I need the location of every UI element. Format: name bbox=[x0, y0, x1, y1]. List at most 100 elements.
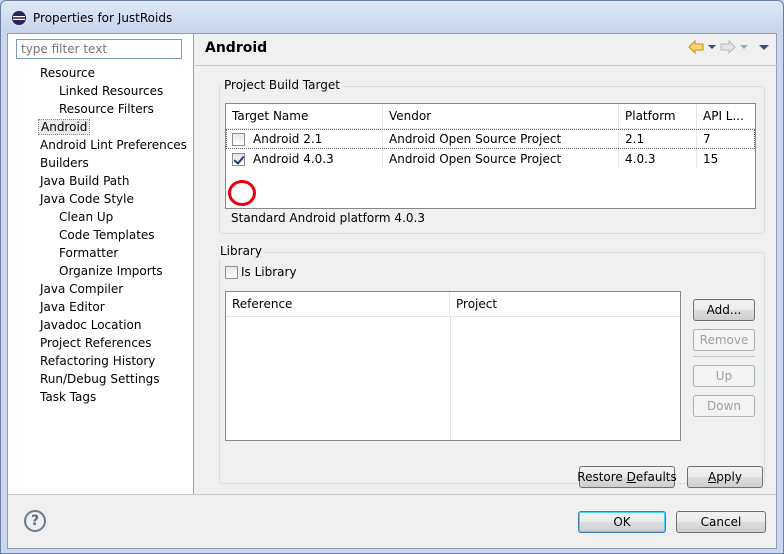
tree-item-label: Builders bbox=[40, 156, 89, 170]
tree-item-task-tags[interactable]: Task Tags bbox=[8, 388, 193, 406]
build-target-table-header: Target Name Vendor Platform API L... bbox=[226, 104, 755, 129]
target-check-box[interactable] bbox=[232, 152, 245, 166]
library-reference-table[interactable]: Reference Project bbox=[225, 291, 681, 441]
target-cell-name: Android 2.1 bbox=[226, 129, 383, 149]
filter-input[interactable] bbox=[16, 39, 182, 59]
remove-library-button[interactable]: Remove bbox=[693, 329, 755, 351]
header-separator bbox=[195, 65, 778, 66]
build-target-group-label: Project Build Target bbox=[222, 78, 342, 92]
target-cell-text: Android Open Source Project bbox=[389, 132, 562, 146]
target-cell-platform: 4.0.3 bbox=[619, 149, 697, 169]
is-library-checkbox[interactable]: Is Library bbox=[225, 265, 297, 279]
up-button[interactable]: Up bbox=[693, 365, 755, 387]
properties-window: Properties for JustRoids Resource Linked … bbox=[0, 0, 784, 554]
tree-item-linked-resources[interactable]: Linked Resources bbox=[8, 82, 193, 100]
preference-page: Android Project Build Target Target Name… bbox=[195, 34, 778, 494]
dialog-client-area: Resource Linked Resources Resource Filters… bbox=[7, 33, 778, 549]
eclipse-icon bbox=[12, 11, 26, 25]
back-dropdown-icon[interactable] bbox=[708, 43, 716, 51]
tree-item-label: Resource Filters bbox=[59, 102, 154, 116]
target-cell-text: 4.0.3 bbox=[625, 152, 656, 166]
tree-item-label: Java Compiler bbox=[40, 282, 124, 296]
tree-item-clean-up[interactable]: Clean Up bbox=[8, 208, 193, 226]
title-bar: Properties for JustRoids bbox=[1, 1, 783, 35]
tree-item-label: Android bbox=[38, 119, 91, 135]
cancel-button[interactable]: Cancel bbox=[676, 511, 766, 533]
target-description: Standard Android platform 4.0.3 bbox=[231, 211, 425, 225]
target-cell-text: Android 4.0.3 bbox=[253, 152, 334, 166]
tree-item-java-build-path[interactable]: Java Build Path bbox=[8, 172, 193, 190]
library-table-header: Reference Project bbox=[226, 292, 680, 317]
view-menu-icon[interactable] bbox=[758, 43, 770, 51]
is-library-check-box[interactable] bbox=[225, 265, 238, 279]
button-group-separator bbox=[693, 356, 755, 357]
tree-item-label: Java Code Style bbox=[40, 192, 134, 206]
footer-separator bbox=[8, 494, 776, 495]
tree-item-label: Android Lint Preferences bbox=[40, 138, 187, 152]
tree-item-project-references[interactable]: Project References bbox=[8, 334, 193, 352]
tree-item-label: Resource bbox=[40, 66, 96, 80]
build-target-table[interactable]: Target Name Vendor Platform API L... And… bbox=[225, 103, 756, 209]
column-vendor[interactable]: Vendor bbox=[383, 104, 619, 128]
window-title: Properties for JustRoids bbox=[33, 11, 173, 25]
add-library-button[interactable]: Add... bbox=[693, 299, 755, 321]
column-project[interactable]: Project bbox=[450, 292, 680, 316]
tree-item-label: Java Build Path bbox=[40, 174, 130, 188]
restore-defaults-button[interactable]: Restore Defaults bbox=[577, 466, 677, 488]
tree-item-label: Run/Debug Settings bbox=[40, 372, 160, 386]
tree-item-java-code-style[interactable]: Java Code Style bbox=[8, 190, 193, 208]
target-cell-vendor: Android Open Source Project bbox=[383, 149, 619, 169]
target-cell-text: Android 2.1 bbox=[253, 132, 323, 146]
target-row[interactable]: Android 4.0.3 Android Open Source Project… bbox=[226, 149, 755, 169]
target-check-box[interactable] bbox=[232, 132, 245, 146]
preference-tree-panel: Resource Linked Resources Resource Filters… bbox=[8, 34, 194, 494]
restore-defaults-mnemonic: D bbox=[626, 470, 636, 484]
target-cell-text: 2.1 bbox=[625, 132, 645, 146]
target-cell-api: 7 bbox=[697, 129, 755, 149]
restore-defaults-label-pre: Restore bbox=[577, 470, 627, 484]
tree-item-java-editor[interactable]: Java Editor bbox=[8, 298, 193, 316]
target-cell-text: 7 bbox=[703, 132, 711, 146]
tree-item-javadoc-location[interactable]: Javadoc Location bbox=[8, 316, 193, 334]
tree-item-code-templates[interactable]: Code Templates bbox=[8, 226, 193, 244]
tree-item-organize-imports[interactable]: Organize Imports bbox=[8, 262, 193, 280]
target-cell-api: 15 bbox=[697, 149, 755, 169]
ok-button[interactable]: OK bbox=[578, 511, 666, 533]
tree-item-label: Refactoring History bbox=[40, 354, 156, 368]
build-target-rows: Android 2.1 Android Open Source Project 2.… bbox=[226, 129, 755, 169]
tree-item-formatter[interactable]: Formatter bbox=[8, 244, 193, 262]
target-cell-platform: 2.1 bbox=[619, 129, 697, 149]
tree-item-resource-filters[interactable]: Resource Filters bbox=[8, 100, 193, 118]
column-platform[interactable]: Platform bbox=[619, 104, 697, 128]
annotation-circle bbox=[228, 180, 256, 206]
target-cell-text: Android Open Source Project bbox=[389, 152, 562, 166]
apply-mnemonic: A bbox=[708, 470, 717, 484]
target-row[interactable]: Android 2.1 Android Open Source Project 2.… bbox=[226, 129, 755, 149]
tree-item-android-lint-preferences[interactable]: Android Lint Preferences bbox=[8, 136, 193, 154]
tree-item-label: Formatter bbox=[59, 246, 119, 260]
down-button[interactable]: Down bbox=[693, 395, 755, 417]
tree-item-run-debug-settings[interactable]: Run/Debug Settings bbox=[8, 370, 193, 388]
column-target-name[interactable]: Target Name bbox=[226, 104, 383, 128]
help-icon[interactable]: ? bbox=[24, 510, 46, 532]
target-cell-text: 15 bbox=[703, 152, 719, 166]
apply-label-post: pply bbox=[716, 470, 742, 484]
tree-item-builders[interactable]: Builders bbox=[8, 154, 193, 172]
column-api-level[interactable]: API L... bbox=[697, 104, 755, 128]
forward-dropdown-icon bbox=[740, 45, 748, 49]
tree-item-resource[interactable]: Resource bbox=[8, 64, 193, 82]
tree-item-label: Task Tags bbox=[40, 390, 97, 404]
restore-defaults-label-post: efaults bbox=[635, 470, 677, 484]
is-library-label: Is Library bbox=[241, 265, 297, 279]
tree-item-android[interactable]: Android bbox=[8, 118, 193, 136]
apply-button[interactable]: Apply bbox=[687, 466, 763, 488]
preference-tree: Resource Linked Resources Resource Filters… bbox=[8, 64, 193, 406]
tree-item-label: Organize Imports bbox=[59, 264, 163, 278]
column-reference[interactable]: Reference bbox=[226, 292, 450, 316]
tree-item-java-compiler[interactable]: Java Compiler bbox=[8, 280, 193, 298]
tree-item-label: Project References bbox=[40, 336, 152, 350]
library-column-divider bbox=[450, 317, 451, 440]
back-arrow-icon[interactable] bbox=[688, 40, 704, 54]
tree-item-refactoring-history[interactable]: Refactoring History bbox=[8, 352, 193, 370]
tree-item-label: Linked Resources bbox=[59, 84, 164, 98]
